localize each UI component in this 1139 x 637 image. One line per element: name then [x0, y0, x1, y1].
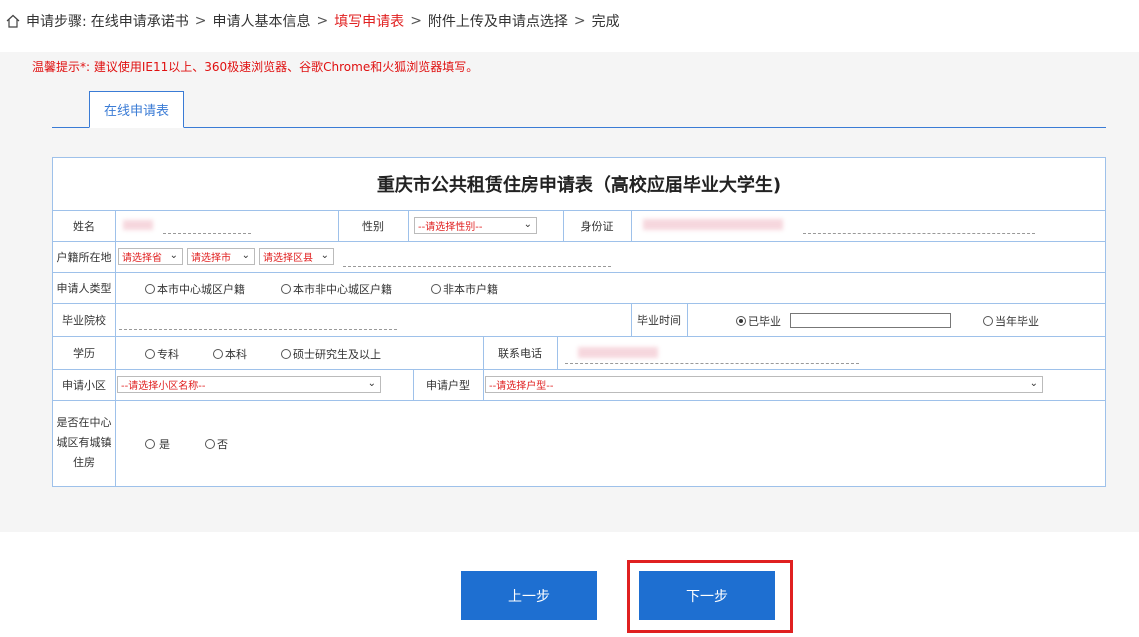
chevron-down-icon: ⌄: [367, 378, 376, 389]
gender-label: 性别: [362, 219, 384, 233]
grad-date-input[interactable]: [790, 313, 951, 328]
hukou-address-input[interactable]: [343, 265, 611, 267]
applicant-type-central[interactable]: 本市中心城区户籍: [145, 281, 245, 297]
option-label: 当年毕业: [995, 315, 1039, 328]
option-label: 非本市户籍: [443, 283, 498, 296]
breadcrumb-step-done: 完成: [591, 14, 620, 30]
id-input[interactable]: [803, 232, 1035, 234]
option-label: 专科: [157, 348, 179, 361]
applicant-type-noncentral[interactable]: 本市非中心城区户籍: [281, 281, 392, 297]
row-hukou: 户籍所在地 请选择省 ⌄ 请选择市 ⌄ 请选择区县 ⌄: [53, 241, 1105, 273]
application-form: 重庆市公共租赁住房申请表（高校应届毕业大学生) 姓名 性别 --请选择性别-- …: [52, 157, 1106, 487]
unit-type-select-value: --请选择户型--: [489, 381, 554, 392]
breadcrumb-separator: >: [410, 13, 422, 29]
name-value-redacted: [123, 220, 153, 230]
applicant-type-nonlocal[interactable]: 非本市户籍: [431, 281, 498, 297]
row-applicant-type: 申请人类型 本市中心城区户籍 本市非中心城区户籍 非本市户籍: [53, 272, 1105, 304]
breadcrumb-step-upload: 附件上传及申请点选择: [427, 14, 568, 30]
id-value-redacted: [643, 219, 783, 230]
gender-select-value: --请选择性别--: [418, 222, 483, 233]
option-label: 硕士研究生及以上: [293, 348, 381, 361]
unit-type-select[interactable]: --请选择户型-- ⌄: [485, 376, 1043, 393]
education-junior[interactable]: 专科: [145, 346, 179, 362]
city-select-value: 请选择市: [191, 253, 231, 264]
radio-button[interactable]: [431, 284, 441, 294]
housing-label-line: 城区有城镇: [56, 436, 112, 449]
housing-label: 是否在中心 城区有城镇 住房: [53, 400, 115, 486]
education-bachelor[interactable]: 本科: [213, 346, 247, 362]
phone-input[interactable]: [565, 362, 859, 364]
grad-current-option[interactable]: 当年毕业: [983, 313, 1039, 329]
name-label: 姓名: [73, 219, 95, 233]
breadcrumb-step-fill-form: 填写申请表: [334, 14, 405, 30]
district-select-value: 请选择区县: [263, 253, 313, 264]
highlight-box: [627, 560, 793, 633]
id-label: 身份证: [580, 219, 614, 233]
district-select[interactable]: 请选择区县 ⌄: [259, 248, 334, 265]
phone-value-redacted: [578, 347, 658, 358]
radio-button-selected[interactable]: [736, 316, 746, 326]
radio-button[interactable]: [983, 316, 993, 326]
housing-no-option[interactable]: 否: [205, 436, 228, 452]
option-label: 本市中心城区户籍: [157, 283, 245, 296]
school-input[interactable]: [119, 328, 397, 330]
unit-type-label: 申请户型: [426, 378, 470, 392]
applicant-type-label: 申请人类型: [56, 281, 112, 295]
radio-button[interactable]: [145, 349, 155, 359]
phone-label: 联系电话: [498, 346, 542, 360]
name-input[interactable]: [163, 232, 251, 234]
breadcrumb-separator: >: [573, 13, 586, 29]
chevron-down-icon: ⌄: [1029, 378, 1038, 389]
radio-button[interactable]: [145, 284, 155, 294]
community-label: 申请小区: [62, 378, 106, 392]
option-label: 是: [159, 438, 170, 451]
tab-underline: [52, 127, 1106, 128]
school-label: 毕业院校: [62, 313, 106, 327]
breadcrumb: 申请步骤: 在线申请承诺书 > 申请人基本信息 > 填写申请表 > 附件上传及申…: [6, 11, 620, 31]
row-education: 学历 专科 本科 硕士研究生及以上 联系电话: [53, 336, 1105, 370]
row-name: 姓名 性别 --请选择性别-- ⌄ 身份证: [53, 210, 1105, 242]
breadcrumb-separator: >: [194, 13, 207, 29]
row-housing: 是否在中心 城区有城镇 住房 是 否: [53, 400, 1105, 486]
housing-label-line: 是否在中心: [56, 416, 112, 429]
tab-online-form[interactable]: 在线申请表: [89, 91, 184, 128]
grad-time-label: 毕业时间: [637, 313, 681, 327]
chevron-down-icon: ⌄: [523, 219, 532, 230]
chevron-down-icon: ⌄: [320, 250, 329, 261]
prev-button[interactable]: 上一步: [461, 571, 597, 620]
housing-label-line: 住房: [73, 456, 95, 469]
browser-tip: 温馨提示*: 建议使用IE11以上、360极速浏览器、谷歌Chrome和火狐浏览…: [32, 60, 479, 74]
province-select-value: 请选择省: [122, 253, 162, 264]
option-label: 本市非中心城区户籍: [293, 283, 392, 296]
breadcrumb-prefix: 申请步骤:: [26, 14, 87, 30]
housing-yes-option[interactable]: 是: [145, 436, 170, 452]
breadcrumb-separator: >: [316, 13, 329, 29]
chevron-down-icon: ⌄: [169, 250, 178, 261]
province-select[interactable]: 请选择省 ⌄: [118, 248, 183, 265]
education-label: 学历: [73, 346, 95, 360]
radio-button[interactable]: [205, 439, 215, 449]
radio-button[interactable]: [213, 349, 223, 359]
grad-graduated-option[interactable]: 已毕业: [736, 313, 781, 329]
home-icon: [6, 14, 20, 28]
option-label: 已毕业: [748, 315, 781, 328]
form-title: 重庆市公共租赁住房申请表（高校应届毕业大学生): [53, 158, 1105, 211]
hukou-label: 户籍所在地: [56, 250, 112, 264]
radio-button[interactable]: [145, 439, 155, 449]
option-label: 否: [217, 438, 228, 451]
option-label: 本科: [225, 348, 247, 361]
row-school: 毕业院校 毕业时间 已毕业 当年毕业: [53, 303, 1105, 337]
radio-button[interactable]: [281, 284, 291, 294]
community-select-value: --请选择小区名称--: [121, 381, 206, 392]
education-master[interactable]: 硕士研究生及以上: [281, 346, 381, 362]
gender-select[interactable]: --请选择性别-- ⌄: [414, 217, 537, 234]
community-select[interactable]: --请选择小区名称-- ⌄: [117, 376, 381, 393]
city-select[interactable]: 请选择市 ⌄: [187, 248, 255, 265]
row-community: 申请小区 --请选择小区名称-- ⌄ 申请户型 --请选择户型-- ⌄: [53, 369, 1105, 401]
breadcrumb-step-applicant-info: 申请人基本信息: [212, 14, 311, 30]
chevron-down-icon: ⌄: [241, 250, 250, 261]
radio-button[interactable]: [281, 349, 291, 359]
breadcrumb-step-commitment: 在线申请承诺书: [90, 14, 189, 30]
